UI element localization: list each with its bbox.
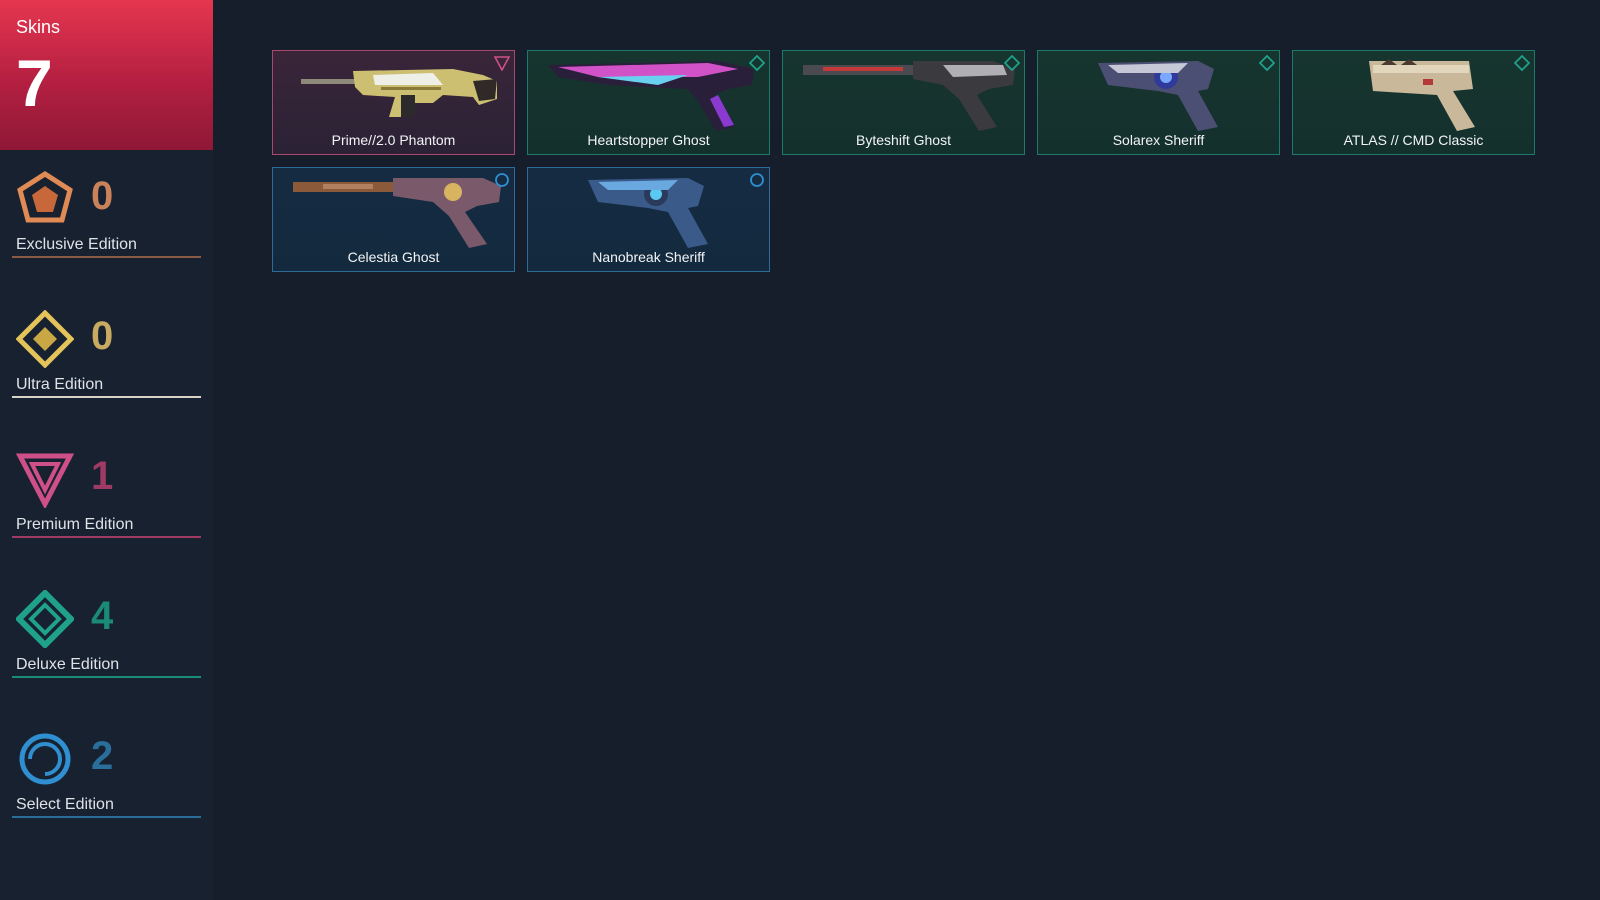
- tier-name: Select Edition: [16, 796, 114, 813]
- tier-divider: [12, 816, 201, 818]
- tier-count: 4: [91, 594, 114, 638]
- tier-name: Premium Edition: [16, 516, 134, 533]
- skin-name: ATLAS // CMD Classic: [1343, 132, 1484, 148]
- total-skins-label: Skins: [16, 17, 61, 37]
- tier-divider: [12, 536, 201, 538]
- deluxe-rarity-icon: [1004, 55, 1020, 71]
- ultra-edition-icon: [16, 310, 74, 368]
- tier-premium[interactable]: 1 Premium Edition: [0, 438, 213, 548]
- deluxe-rarity-icon: [1514, 55, 1530, 71]
- tier-divider: [12, 256, 201, 258]
- skin-name: Byteshift Ghost: [856, 132, 951, 148]
- tier-exclusive[interactable]: 0 Exclusive Edition: [0, 158, 213, 268]
- tier-count: 1: [91, 454, 114, 498]
- tier-count: 0: [91, 174, 114, 218]
- total-skins-count: 7: [16, 46, 53, 120]
- select-rarity-icon: [750, 173, 764, 187]
- tier-count: 2: [91, 734, 114, 778]
- skin-card-solarex-sheriff[interactable]: Solarex Sheriff: [1037, 50, 1280, 155]
- tier-name: Deluxe Edition: [16, 656, 120, 673]
- tier-name: Ultra Edition: [16, 376, 104, 393]
- deluxe-rarity-icon: [1259, 55, 1275, 71]
- skin-name: Nanobreak Sheriff: [592, 249, 705, 265]
- skin-card-celestia-ghost[interactable]: Celestia Ghost: [272, 167, 515, 272]
- pistol-skin-image: [548, 61, 754, 131]
- rifle-skin-image: [301, 69, 497, 117]
- tier-sidebar: Skins 7 0 Exclusive Edition 0 Ultra Edit…: [0, 0, 213, 900]
- tier-select[interactable]: 2 Select Edition: [0, 718, 213, 828]
- pistol-skin-image: [293, 178, 501, 248]
- skin-name: Celestia Ghost: [347, 249, 440, 265]
- total-skins-card: Skins 7: [0, 0, 213, 150]
- revolver-skin-image: [588, 178, 708, 248]
- tier-count: 0: [91, 314, 114, 358]
- skin-card-atlas-cmd-classic[interactable]: ATLAS // CMD Classic: [1292, 50, 1535, 155]
- skin-card-heartstopper-ghost[interactable]: Heartstopper Ghost: [527, 50, 770, 155]
- pistol-skin-image: [1369, 59, 1475, 131]
- skin-name: Solarex Sheriff: [1112, 132, 1205, 148]
- skin-card-prime-phantom[interactable]: Prime//2.0 Phantom: [272, 50, 515, 155]
- tier-divider: [12, 396, 201, 398]
- tier-deluxe[interactable]: 4 Deluxe Edition: [0, 578, 213, 688]
- select-edition-icon: [19, 733, 71, 785]
- premium-edition-icon: [16, 453, 74, 508]
- tier-divider: [12, 676, 201, 678]
- tier-name: Exclusive Edition: [16, 236, 137, 253]
- premium-rarity-icon: [494, 56, 510, 71]
- skin-card-byteshift-ghost[interactable]: Byteshift Ghost: [782, 50, 1025, 155]
- skin-card-nanobreak-sheriff[interactable]: Nanobreak Sheriff: [527, 167, 770, 272]
- deluxe-rarity-icon: [749, 55, 765, 71]
- pistol-skin-image: [803, 61, 1015, 131]
- revolver-skin-image: [1098, 61, 1218, 131]
- skin-name: Prime//2.0 Phantom: [331, 132, 456, 148]
- exclusive-edition-icon: [17, 171, 73, 223]
- select-rarity-icon: [495, 173, 509, 187]
- tier-ultra[interactable]: 0 Ultra Edition: [0, 298, 213, 408]
- skin-name: Heartstopper Ghost: [587, 132, 710, 148]
- deluxe-edition-icon: [16, 590, 74, 648]
